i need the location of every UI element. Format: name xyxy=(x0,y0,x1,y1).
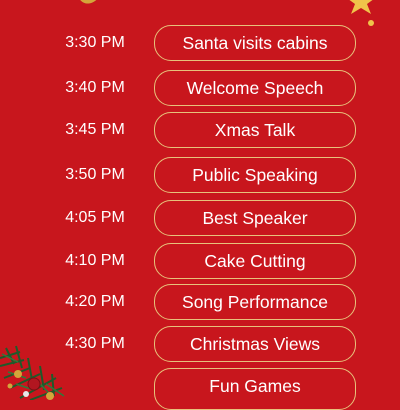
schedule-row: 3:45 PM Xmas Talk xyxy=(0,112,400,148)
schedule-time: 3:30 PM xyxy=(65,34,125,51)
schedule-time: 4:05 PM xyxy=(65,209,125,226)
event-label: Cake Cutting xyxy=(154,243,356,279)
christmas-garland-icon xyxy=(0,345,65,400)
event-label: Welcome Speech xyxy=(154,70,356,106)
event-label: Public Speaking xyxy=(154,157,356,193)
event-label: Xmas Talk xyxy=(154,112,356,148)
schedule-time: 3:45 PM xyxy=(65,121,125,138)
event-label: Song Performance xyxy=(154,284,356,320)
ornament-icon xyxy=(80,0,97,4)
schedule-row: 4:05 PM Best Speaker xyxy=(0,200,400,236)
event-label: Christmas Views xyxy=(154,326,356,362)
schedule-row: 4:20 PM Song Performance xyxy=(0,284,400,320)
schedule-time: 3:50 PM xyxy=(65,166,125,183)
schedule-time: 4:20 PM xyxy=(65,293,125,310)
schedule-row: 3:30 PM Santa visits cabins xyxy=(0,25,400,61)
schedule-row: 3:40 PM Welcome Speech xyxy=(0,70,400,106)
schedule-time: 4:10 PM xyxy=(65,252,125,269)
event-label: Fun Games xyxy=(154,368,356,410)
event-label: Best Speaker xyxy=(154,200,356,236)
star-icon xyxy=(349,0,373,14)
schedule-time: 3:40 PM xyxy=(65,79,125,96)
schedule-row: 3:50 PM Public Speaking xyxy=(0,157,400,193)
schedule-row: 4:10 PM Cake Cutting xyxy=(0,243,400,279)
event-label: Santa visits cabins xyxy=(154,25,356,61)
